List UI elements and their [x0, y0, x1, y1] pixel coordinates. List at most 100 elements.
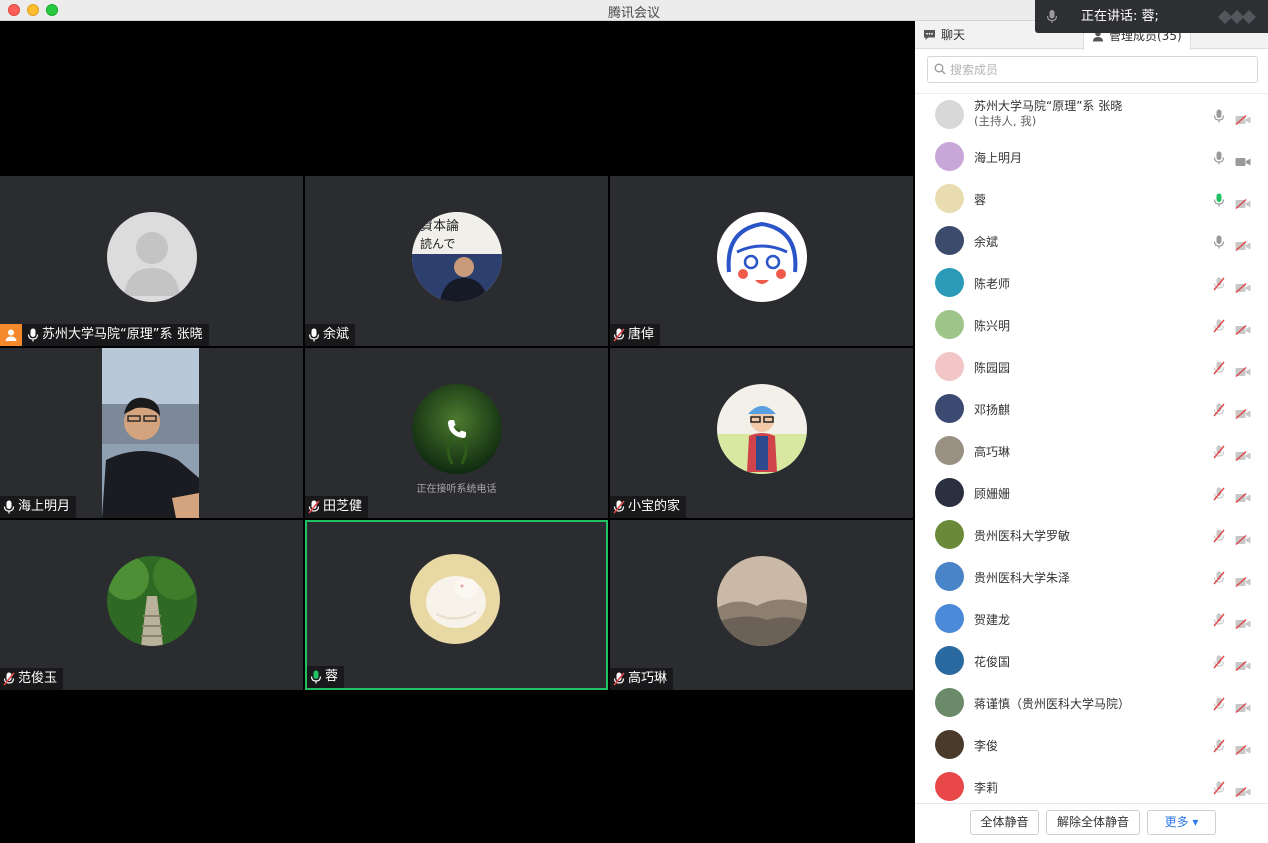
member-avatar [935, 520, 964, 549]
video-stage: 苏州大学马院“原理”系 张晓 資本論 読んで 余斌 唐倬 海上明月 正在接听系统… [0, 21, 915, 843]
video-tile[interactable]: 小宝的家 [610, 348, 913, 518]
camera-off-icon [1235, 324, 1251, 336]
mic-muted-icon [1213, 571, 1225, 585]
member-row[interactable]: 蓉 [915, 178, 1268, 220]
member-row[interactable]: 邓扬麒 [915, 388, 1268, 430]
member-row[interactable]: 贵州医科大学罗敏 [915, 514, 1268, 556]
member-role: (主持人, 我) [974, 114, 1037, 128]
svg-text:資本論: 資本論 [420, 218, 459, 234]
member-camera-toggle[interactable] [1235, 530, 1251, 549]
search-members-box[interactable] [927, 56, 1258, 83]
search-members-input[interactable] [950, 60, 1250, 79]
member-mic-toggle[interactable] [1213, 696, 1225, 715]
tab-chat[interactable]: 聊天 [923, 21, 965, 49]
video-tile-active-speaker[interactable]: 蓉 [305, 520, 608, 690]
member-mic-toggle[interactable] [1213, 192, 1225, 211]
member-mic-toggle[interactable] [1213, 570, 1225, 589]
more-button[interactable]: 更多 ▾ [1147, 810, 1216, 835]
participant-name: 蓉 [325, 669, 339, 684]
member-name-text: 苏州大学马院“原理”系 张晓 [974, 99, 1123, 113]
camera-off-icon [1235, 786, 1251, 798]
member-row[interactable]: 蒋谨慎（贵州医科大学马院） [915, 682, 1268, 724]
member-camera-toggle[interactable] [1235, 404, 1251, 423]
member-camera-toggle[interactable] [1235, 320, 1251, 339]
member-mic-toggle[interactable] [1213, 444, 1225, 463]
mute-all-button[interactable]: 全体静音 [970, 810, 1039, 835]
member-mic-toggle[interactable] [1213, 234, 1225, 253]
members-list: 苏州大学马院“原理”系 张晓 (主持人, 我) 海上明月蓉余斌 陈老师 陈兴明 陈园园 邓扬… [915, 93, 1268, 803]
member-camera-toggle[interactable] [1235, 110, 1251, 129]
member-row[interactable]: 陈园园 [915, 346, 1268, 388]
member-camera-toggle[interactable] [1235, 572, 1251, 591]
mic-muted-icon [3, 672, 15, 686]
member-row[interactable]: 贺建龙 [915, 598, 1268, 640]
member-camera-toggle[interactable] [1235, 236, 1251, 255]
member-mic-toggle[interactable] [1213, 402, 1225, 421]
member-mic-toggle[interactable] [1213, 780, 1225, 799]
member-row[interactable]: 贵州医科大学朱泽 [915, 556, 1268, 598]
unmute-all-button[interactable]: 解除全体静音 [1046, 810, 1140, 835]
member-row[interactable]: 海上明月 [915, 136, 1268, 178]
mic-muted-icon [1213, 613, 1225, 627]
member-row[interactable]: 花俊国 [915, 640, 1268, 682]
camera-off-icon [1235, 618, 1251, 630]
member-row[interactable]: 苏州大学马院“原理”系 张晓 (主持人, 我) [915, 94, 1268, 136]
member-row[interactable]: 顾姗姗 [915, 472, 1268, 514]
member-camera-toggle[interactable] [1235, 782, 1251, 801]
mic-muted-icon [1213, 781, 1225, 795]
member-avatar [935, 688, 964, 717]
member-camera-toggle[interactable] [1235, 656, 1251, 675]
member-name: 李莉 [974, 779, 998, 796]
member-row[interactable]: 陈老师 [915, 262, 1268, 304]
member-camera-toggle[interactable] [1235, 194, 1251, 213]
member-mic-toggle[interactable] [1213, 612, 1225, 631]
member-mic-toggle[interactable] [1213, 318, 1225, 337]
mic-on-icon [1213, 109, 1225, 123]
member-mic-toggle[interactable] [1213, 486, 1225, 505]
camera-on-icon [1235, 158, 1251, 166]
member-avatar [935, 310, 964, 339]
member-camera-toggle[interactable] [1235, 488, 1251, 507]
member-camera-toggle[interactable] [1235, 446, 1251, 465]
member-row[interactable]: 高巧琳 [915, 430, 1268, 472]
video-tile[interactable]: 資本論 読んで 余斌 [305, 176, 608, 346]
camera-off-icon [1235, 576, 1251, 588]
member-mic-toggle[interactable] [1213, 528, 1225, 547]
mic-muted-icon [613, 672, 625, 686]
member-name-text: 陈老师 [974, 277, 1011, 291]
video-tile[interactable]: 苏州大学马院“原理”系 张晓 [0, 176, 303, 346]
member-camera-toggle[interactable] [1235, 698, 1251, 717]
mic-speaking-icon [1213, 193, 1225, 207]
member-name: 陈园园 [974, 359, 1010, 376]
mic-muted-icon [1213, 319, 1225, 333]
camera-off-icon [1235, 408, 1251, 420]
member-mic-toggle[interactable] [1213, 276, 1225, 295]
member-row[interactable]: 陈兴明 [915, 304, 1268, 346]
member-mic-toggle[interactable] [1213, 108, 1225, 127]
member-mic-toggle[interactable] [1213, 654, 1225, 673]
mic-muted-icon [1213, 697, 1225, 711]
member-name-text: 陈园园 [974, 361, 1011, 375]
video-tile[interactable]: 海上明月 [0, 348, 303, 518]
member-camera-toggle[interactable] [1235, 278, 1251, 297]
member-mic-toggle[interactable] [1213, 360, 1225, 379]
video-tile[interactable]: 范俊玉 [0, 520, 303, 690]
member-mic-toggle[interactable] [1213, 738, 1225, 757]
video-tile[interactable]: 高巧琳 [610, 520, 913, 690]
member-camera-toggle[interactable] [1235, 740, 1251, 759]
member-name-text: 余斌 [974, 235, 999, 249]
member-row[interactable]: 李俊 [915, 724, 1268, 766]
tencent-meeting-logo-icon [1218, 10, 1256, 24]
member-row[interactable]: 余斌 [915, 220, 1268, 262]
video-tile[interactable]: 正在接听系统电话 田芝健 [305, 348, 608, 518]
member-mic-toggle[interactable] [1213, 150, 1225, 169]
member-avatar [935, 562, 964, 591]
mic-muted-icon [1213, 361, 1225, 375]
member-camera-toggle[interactable] [1235, 614, 1251, 633]
mic-muted-icon [1213, 403, 1225, 417]
video-tile[interactable]: 唐倬 [610, 176, 913, 346]
member-camera-toggle[interactable] [1235, 152, 1251, 171]
member-camera-toggle[interactable] [1235, 362, 1251, 381]
camera-off-icon [1235, 282, 1251, 294]
member-row[interactable]: 李莉 [915, 766, 1268, 803]
